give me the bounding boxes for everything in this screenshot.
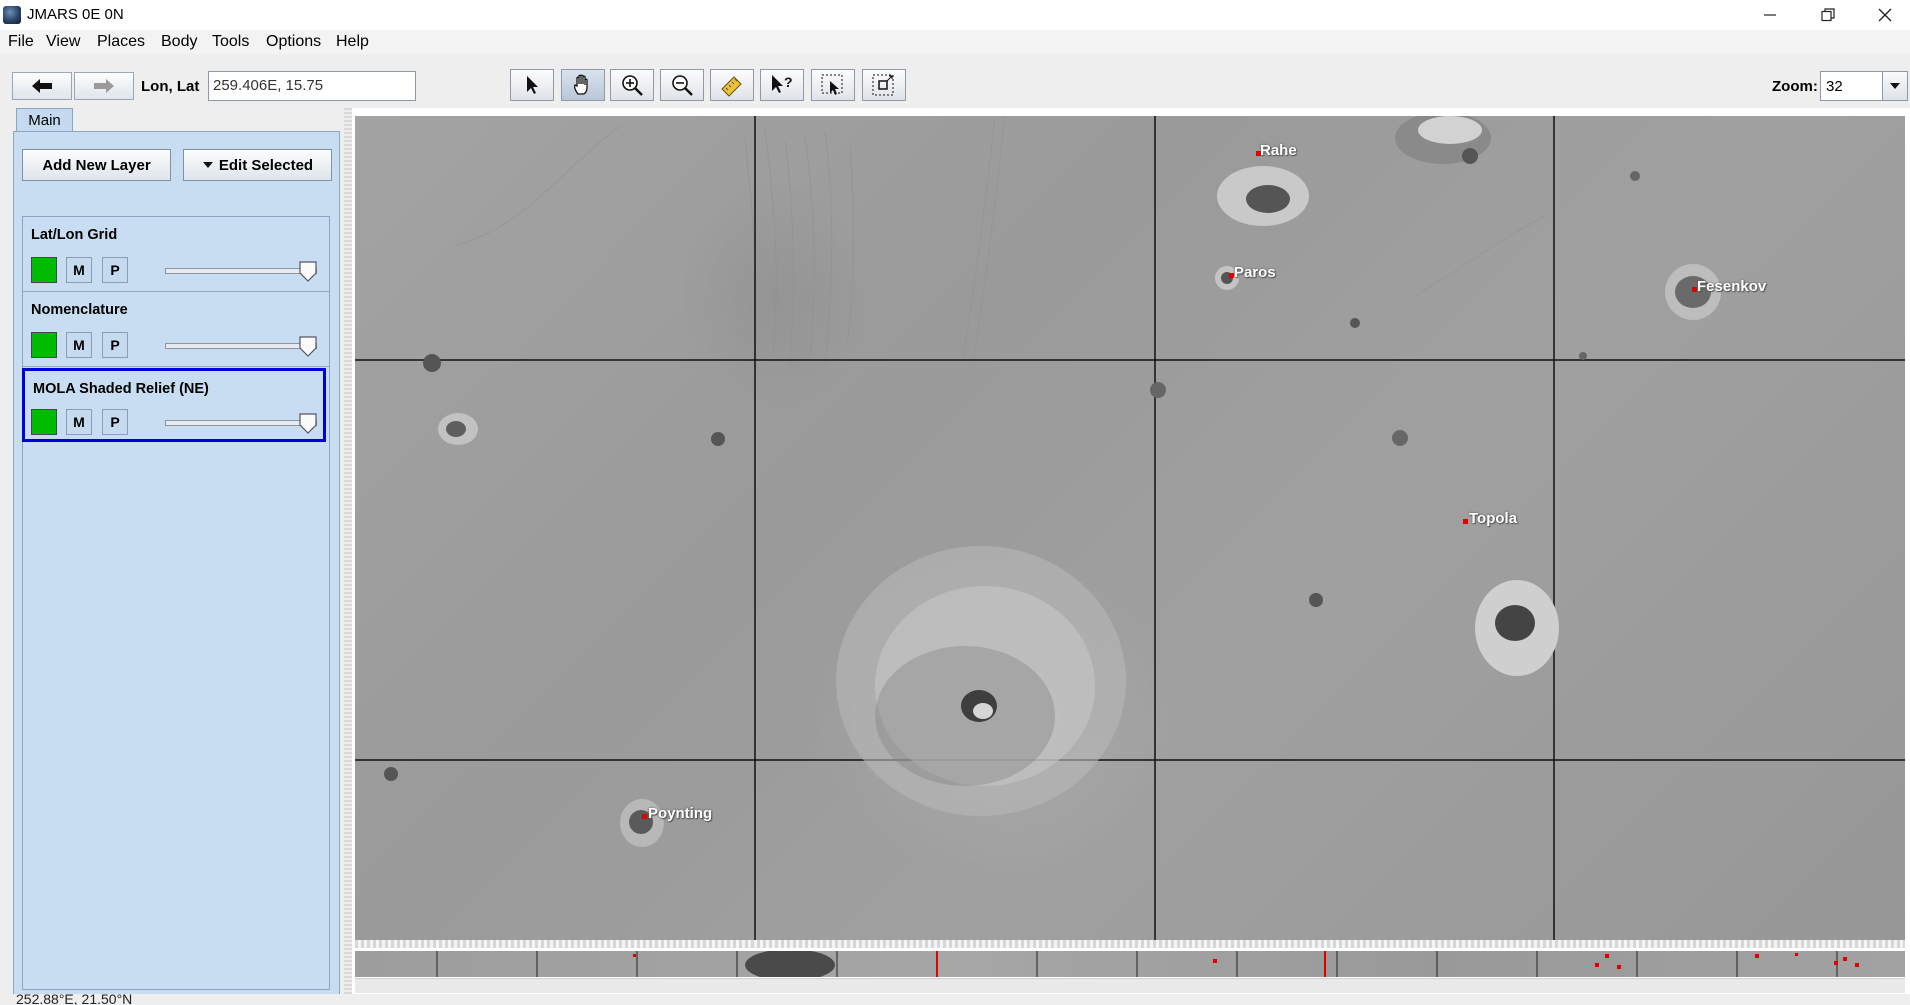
menu-view[interactable]: View: [46, 33, 80, 51]
place-marker[interactable]: [642, 814, 647, 819]
edit-selected-button[interactable]: Edit Selected: [183, 149, 332, 181]
menu-help[interactable]: Help: [336, 33, 369, 51]
layer-opacity-slider[interactable]: [165, 268, 317, 274]
jmars-app-icon: [3, 6, 21, 24]
slider-thumb-icon[interactable]: [299, 261, 317, 283]
place-marker[interactable]: [1463, 519, 1468, 524]
layer-visibility-toggle[interactable]: [31, 257, 57, 283]
menu-file[interactable]: File: [8, 33, 34, 51]
place-label-fesenkov[interactable]: Fesenkov: [1697, 278, 1766, 295]
add-new-layer-button[interactable]: Add New Layer: [22, 149, 171, 181]
layer-visibility-toggle[interactable]: [31, 409, 57, 435]
layer-main-button[interactable]: M: [66, 409, 92, 435]
close-icon: [1878, 8, 1892, 22]
tab-main[interactable]: Main: [16, 108, 73, 132]
query-button[interactable]: ?: [760, 69, 804, 101]
minimize-icon: [1764, 14, 1776, 16]
slider-thumb-icon[interactable]: [299, 413, 317, 435]
cursor-coordinates: 252.88°E, 21.50°N: [16, 994, 133, 1005]
place-label-topola[interactable]: Topola: [1469, 510, 1517, 527]
pan-hand-icon: [573, 74, 588, 95]
menu-tools[interactable]: Tools: [212, 33, 249, 51]
panel-splitter[interactable]: [344, 108, 352, 1005]
pointer-tool-button[interactable]: [510, 69, 554, 101]
place-label-paros[interactable]: Paros: [1234, 264, 1276, 281]
mars-shaded-relief: [355, 116, 1905, 940]
pointer-icon: [527, 76, 538, 94]
layer-main-button[interactable]: M: [66, 257, 92, 283]
layer-panner-button[interactable]: P: [102, 257, 128, 283]
panner-divider[interactable]: [355, 940, 1905, 948]
layer-name: Nomenclature: [31, 302, 128, 318]
arrow-left-icon: [32, 79, 52, 93]
resize-icon: [872, 74, 894, 96]
layer-row-nomenclature[interactable]: Nomenclature M P: [23, 292, 329, 367]
slider-thumb-icon[interactable]: [299, 336, 317, 358]
menu-bar: File View Places Body Tools Options Help: [0, 30, 1910, 54]
layer-manager-pane: Main Add New Layer Edit Selected Lat/Lon…: [0, 108, 350, 1005]
restore-button[interactable]: [1800, 0, 1856, 30]
toolbar: Lon, Lat 259.406E, 15.75 ? Zoom: 32: [0, 54, 1910, 108]
layer-opacity-slider[interactable]: [165, 343, 317, 349]
select-region-button[interactable]: [811, 69, 855, 101]
ruler-icon: [721, 76, 742, 97]
layer-list: Lat/Lon Grid M P Nomenclature M P MOLA S…: [22, 216, 330, 990]
close-button[interactable]: [1857, 0, 1910, 30]
map-view[interactable]: Rahe Paros Fesenkov Topola Poynting: [355, 116, 1905, 940]
menu-body[interactable]: Body: [161, 33, 197, 51]
layer-row-mola-shaded-relief[interactable]: MOLA Shaded Relief (NE) M P: [22, 368, 326, 442]
menu-options[interactable]: Options: [266, 33, 321, 51]
restore-icon: [1821, 8, 1835, 22]
place-label-rahe[interactable]: Rahe: [1260, 142, 1297, 159]
title-bar: JMARS 0E 0N: [0, 0, 1910, 30]
zoom-label: Zoom:: [1772, 78, 1818, 95]
layer-main-button[interactable]: M: [66, 332, 92, 358]
menu-places[interactable]: Places: [97, 33, 145, 51]
place-label-poynting[interactable]: Poynting: [648, 805, 712, 822]
back-button[interactable]: [12, 72, 72, 100]
zoom-out-button[interactable]: [660, 69, 704, 101]
horizontal-scrollbar[interactable]: [355, 978, 1905, 993]
zoom-value: 32: [1826, 78, 1843, 95]
zoom-dropdown-button[interactable]: [1882, 72, 1907, 100]
layer-opacity-slider[interactable]: [165, 420, 317, 426]
layer-panner-button[interactable]: P: [102, 409, 128, 435]
panner-grid: [436, 951, 1859, 977]
layer-row-latlon-grid[interactable]: Lat/Lon Grid M P: [23, 217, 329, 292]
zoom-out-icon: [672, 75, 693, 96]
panner-view[interactable]: [355, 951, 1905, 977]
zoom-select[interactable]: 32: [1820, 71, 1908, 101]
lonlat-input[interactable]: 259.406E, 15.75: [208, 71, 416, 101]
forward-button[interactable]: [74, 72, 134, 100]
query-icon: ?: [772, 74, 793, 93]
resize-button[interactable]: [862, 69, 906, 101]
layer-panner-button[interactable]: P: [102, 332, 128, 358]
zoom-in-button[interactable]: [610, 69, 654, 101]
svg-text:?: ?: [784, 74, 793, 90]
window-title: JMARS 0E 0N: [27, 6, 124, 23]
chevron-down-icon: [1890, 83, 1900, 89]
minimize-button[interactable]: [1742, 0, 1798, 30]
dropdown-arrow-icon: [202, 162, 213, 168]
zoom-in-icon: [622, 75, 643, 96]
edit-selected-label: Edit Selected: [218, 156, 314, 174]
layer-name: Lat/Lon Grid: [31, 227, 118, 243]
main-tab-panel: Add New Layer Edit Selected Lat/Lon Grid…: [13, 131, 340, 998]
arrow-right-icon: [94, 79, 114, 93]
layer-visibility-toggle[interactable]: [31, 332, 57, 358]
layer-name: MOLA Shaded Relief (NE): [33, 381, 209, 397]
lonlat-label: Lon, Lat: [141, 78, 200, 95]
pan-tool-button[interactable]: [561, 69, 605, 101]
ruler-button[interactable]: [710, 69, 754, 101]
select-region-icon: [821, 74, 843, 95]
status-bar: 252.88°E, 21.50°N: [0, 994, 1910, 1005]
